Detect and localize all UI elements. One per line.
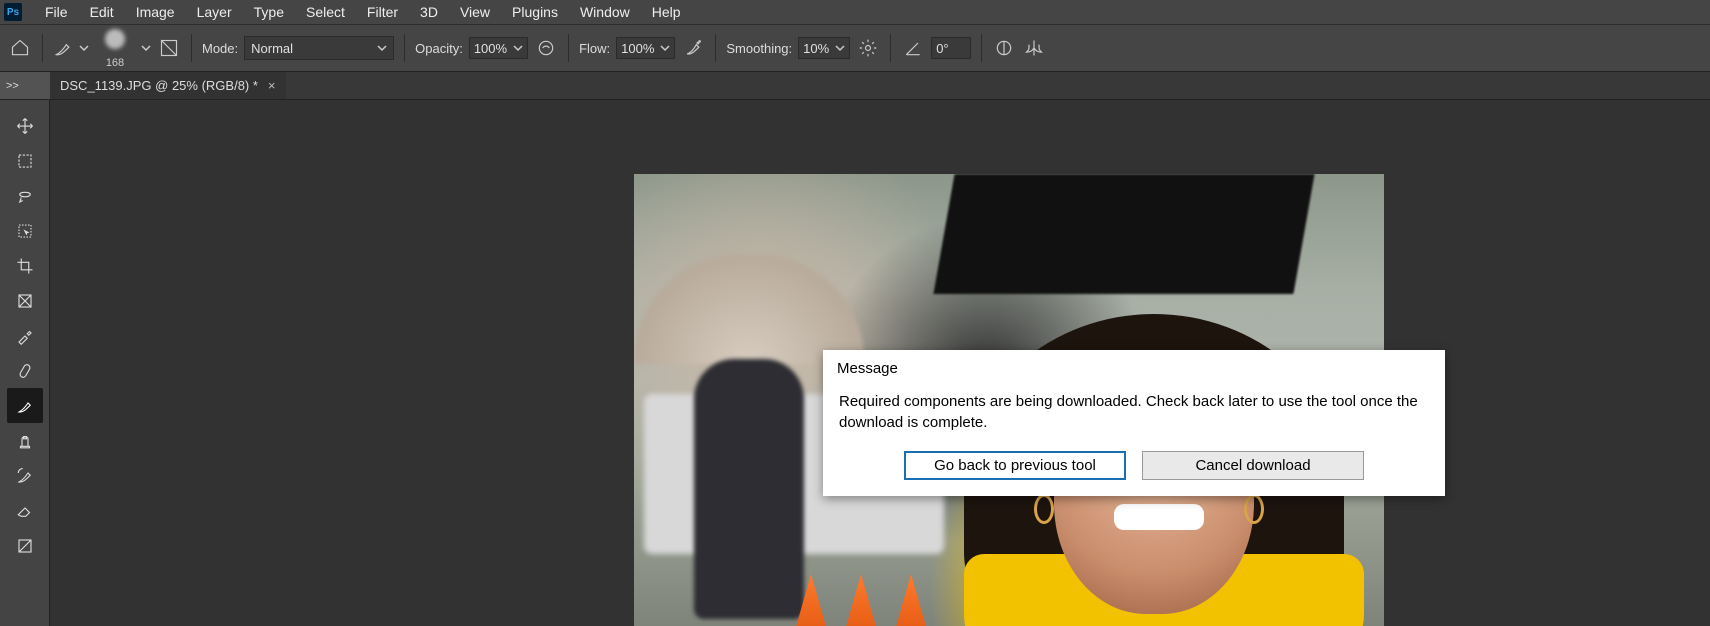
canvas-area[interactable]: Message Required components are being do… <box>50 100 1710 626</box>
chevron-down-icon <box>377 41 387 56</box>
brush-preview-dot <box>105 29 125 49</box>
menu-filter[interactable]: Filter <box>356 2 409 22</box>
airbrush-icon[interactable] <box>681 36 705 60</box>
menu-plugins[interactable]: Plugins <box>501 2 569 22</box>
home-icon[interactable] <box>8 36 32 60</box>
chevron-down-icon <box>660 41 670 56</box>
symmetry-icon[interactable] <box>1022 36 1046 60</box>
history-brush-tool[interactable] <box>7 458 43 493</box>
document-tab[interactable]: DSC_1139.JPG @ 25% (RGB/8) * × <box>50 72 286 99</box>
brush-panel-toggle-icon[interactable] <box>157 36 181 60</box>
menu-edit[interactable]: Edit <box>79 2 125 22</box>
opacity-field[interactable]: 100% <box>469 37 528 59</box>
object-selection-tool[interactable] <box>7 213 43 248</box>
smoothing-field[interactable]: 10% <box>798 37 850 59</box>
flow-field[interactable]: 100% <box>616 37 675 59</box>
tools-panel <box>0 100 50 626</box>
go-back-button[interactable]: Go back to previous tool <box>904 451 1126 480</box>
menu-image[interactable]: Image <box>125 2 186 22</box>
photo-placeholder <box>694 359 804 619</box>
close-icon[interactable]: × <box>268 78 276 93</box>
crop-tool[interactable] <box>7 248 43 283</box>
chevron-down-icon <box>79 41 89 56</box>
menu-select[interactable]: Select <box>295 2 356 22</box>
lasso-tool[interactable] <box>7 178 43 213</box>
separator <box>981 34 982 62</box>
menu-layer[interactable]: Layer <box>186 2 243 22</box>
menu-type[interactable]: Type <box>243 2 295 22</box>
menu-help[interactable]: Help <box>641 2 692 22</box>
opacity-value: 100% <box>474 41 507 56</box>
chevron-down-icon[interactable] <box>141 41 151 56</box>
dialog-title: Message <box>823 350 1445 381</box>
separator <box>568 34 569 62</box>
angle-icon <box>901 36 925 60</box>
separator <box>715 34 716 62</box>
tool-preset-picker[interactable] <box>53 25 89 71</box>
angle-field[interactable]: 0° <box>931 37 971 59</box>
frame-tool[interactable] <box>7 283 43 318</box>
menu-view[interactable]: View <box>449 2 501 22</box>
mode-label: Mode: <box>202 41 238 56</box>
separator <box>191 34 192 62</box>
angle-value: 0° <box>936 41 948 56</box>
blend-mode-dropdown[interactable]: Normal <box>244 36 394 60</box>
chevron-down-icon <box>835 41 845 56</box>
photo-placeholder <box>1114 504 1204 530</box>
marquee-tool[interactable] <box>7 143 43 178</box>
chevron-down-icon <box>513 41 523 56</box>
options-bar: 168 Mode: Normal Opacity: 100% Flow: 100… <box>0 24 1710 72</box>
smoothing-options-icon[interactable] <box>856 36 880 60</box>
photo-placeholder <box>1034 494 1054 524</box>
photo-placeholder <box>933 174 1314 294</box>
flow-value: 100% <box>621 41 654 56</box>
opacity-label: Opacity: <box>415 41 463 56</box>
smoothing-value: 10% <box>803 41 829 56</box>
brush-size-label: 168 <box>106 57 124 69</box>
tabbar-expander[interactable]: >> <box>0 72 50 99</box>
healing-brush-tool[interactable] <box>7 353 43 388</box>
menu-window[interactable]: Window <box>569 2 641 22</box>
cancel-download-button[interactable]: Cancel download <box>1142 451 1364 480</box>
gradient-tool[interactable] <box>7 528 43 563</box>
dialog-body: Required components are being downloaded… <box>823 381 1445 441</box>
separator <box>42 34 43 62</box>
message-dialog: Message Required components are being do… <box>823 350 1445 496</box>
dialog-button-row: Go back to previous tool Cancel download <box>823 441 1445 496</box>
flow-label: Flow: <box>579 41 610 56</box>
photo-placeholder <box>1244 494 1264 524</box>
blend-mode-value: Normal <box>251 41 293 56</box>
app-logo: Ps <box>4 3 22 21</box>
menu-bar: Ps File Edit Image Layer Type Select Fil… <box>0 0 1710 24</box>
separator <box>404 34 405 62</box>
clone-stamp-tool[interactable] <box>7 423 43 458</box>
pressure-size-icon[interactable] <box>992 36 1016 60</box>
move-tool[interactable] <box>7 108 43 143</box>
eyedropper-tool[interactable] <box>7 318 43 353</box>
menu-3d[interactable]: 3D <box>409 2 449 22</box>
brush-tool[interactable] <box>7 388 43 423</box>
document-tab-title: DSC_1139.JPG @ 25% (RGB/8) * <box>60 78 258 93</box>
work-area: Message Required components are being do… <box>0 100 1710 626</box>
document-tab-bar: >> DSC_1139.JPG @ 25% (RGB/8) * × <box>0 72 1710 100</box>
smoothing-label: Smoothing: <box>726 41 792 56</box>
pressure-opacity-icon[interactable] <box>534 36 558 60</box>
separator <box>890 34 891 62</box>
menu-file[interactable]: File <box>34 2 79 22</box>
brush-preset-picker[interactable]: 168 <box>95 25 135 71</box>
eraser-tool[interactable] <box>7 493 43 528</box>
